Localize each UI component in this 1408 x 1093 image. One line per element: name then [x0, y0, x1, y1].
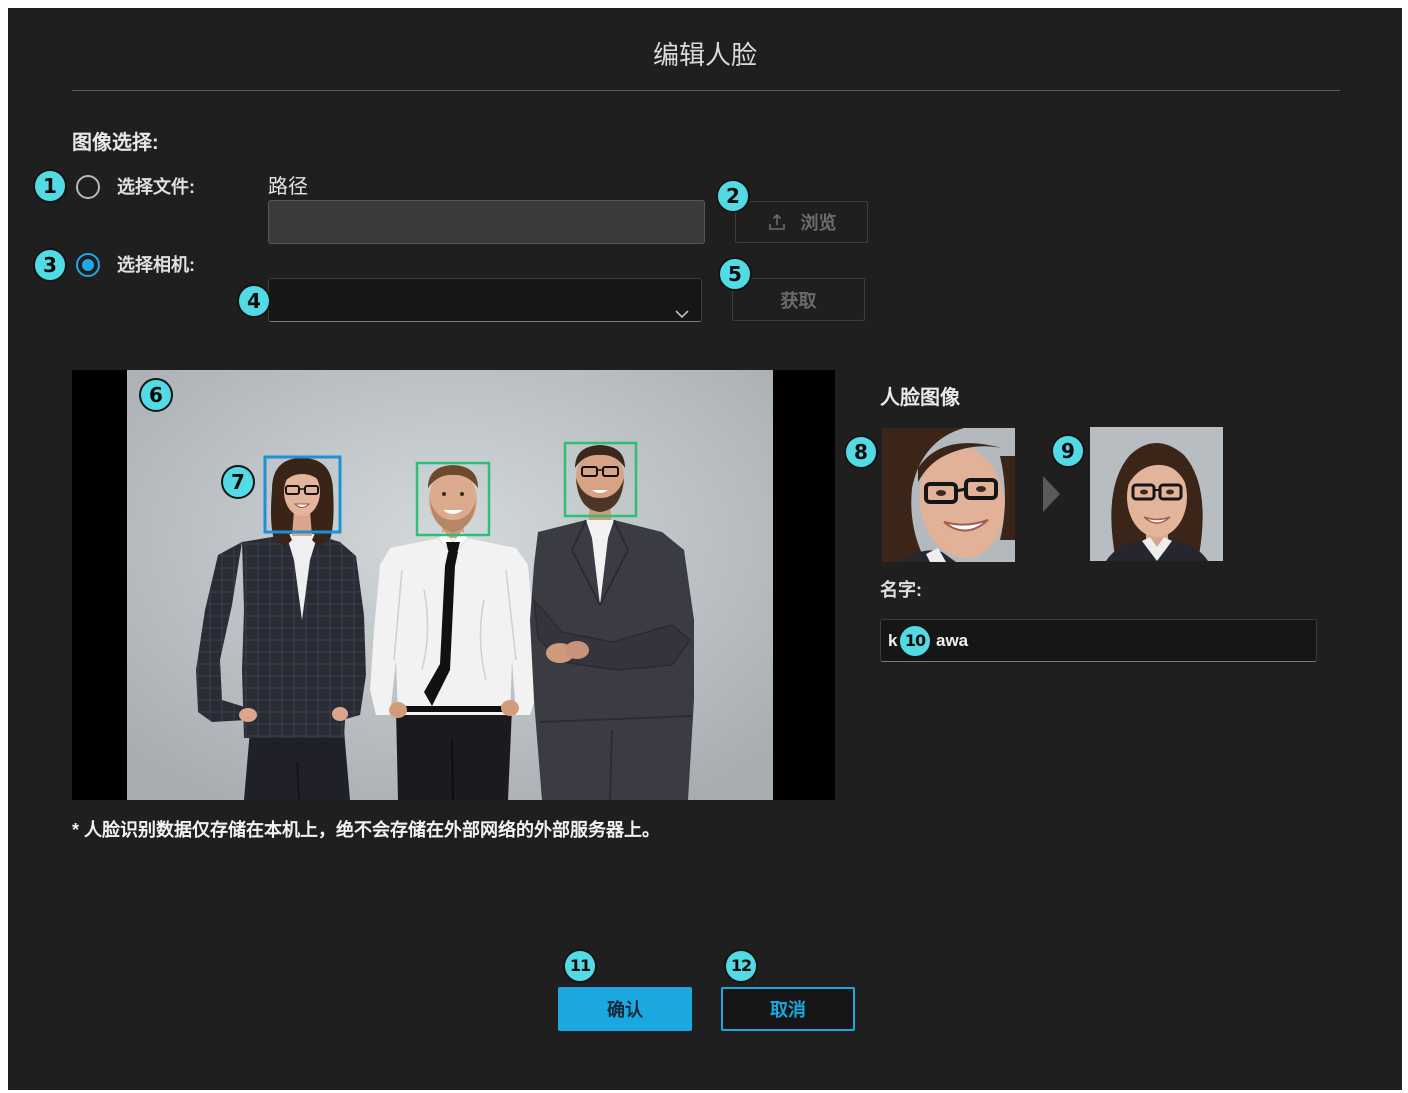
name-value-end: awa — [936, 631, 969, 650]
callout-12: 12 — [724, 949, 758, 983]
privacy-notice: * 人脸识别数据仅存储在本机上，绝不会存储在外部网络的外部服务器上。 — [72, 820, 661, 840]
cancel-button[interactable]: 取消 — [721, 987, 855, 1031]
name-input[interactable]: k awa — [880, 619, 1317, 662]
callout-6: 6 — [139, 378, 173, 412]
image-selection-heading: 图像选择: — [72, 132, 159, 154]
chevron-down-icon — [675, 294, 689, 319]
name-value-start: k — [888, 631, 898, 650]
callout-10: 10 — [898, 624, 932, 658]
name-label: 名字: — [880, 580, 922, 600]
callout-1: 1 — [33, 169, 67, 203]
confirm-button[interactable]: 确认 — [558, 987, 692, 1031]
callout-9: 9 — [1051, 434, 1085, 468]
triangle-right-icon — [1043, 476, 1060, 512]
browse-button[interactable]: 浏览 — [735, 201, 868, 243]
camera-preview — [72, 370, 835, 801]
radio-dot — [82, 259, 94, 271]
preview-photo — [72, 370, 835, 801]
file-option-label[interactable]: 选择文件: — [117, 176, 195, 198]
callout-8: 8 — [844, 435, 878, 469]
aligned-face-thumbnail — [1090, 427, 1223, 561]
path-label: 路径 — [268, 176, 308, 198]
callout-3: 3 — [33, 248, 67, 282]
edit-face-dialog: 编辑人脸 图像选择: 1 选择文件: 路径 2 浏览 3 选择相机: 4 5 获… — [8, 8, 1402, 1090]
path-input[interactable] — [268, 200, 705, 244]
callout-2: 2 — [716, 179, 750, 213]
camera-radio[interactable] — [76, 253, 100, 277]
acquire-button[interactable]: 获取 — [732, 278, 865, 321]
browse-button-label: 浏览 — [800, 213, 837, 233]
upload-icon — [767, 212, 787, 232]
camera-option-label[interactable]: 选择相机: — [117, 254, 195, 276]
face-image-heading: 人脸图像 — [880, 387, 960, 409]
callout-5: 5 — [718, 257, 752, 291]
detected-face-thumbnail — [882, 428, 1015, 562]
file-radio[interactable] — [76, 175, 100, 199]
callout-11: 11 — [563, 949, 597, 983]
title-divider — [72, 90, 1340, 91]
callout-7: 7 — [221, 465, 255, 499]
callout-4: 4 — [237, 284, 271, 318]
camera-select[interactable] — [268, 278, 702, 322]
dialog-title: 编辑人脸 — [652, 40, 757, 70]
